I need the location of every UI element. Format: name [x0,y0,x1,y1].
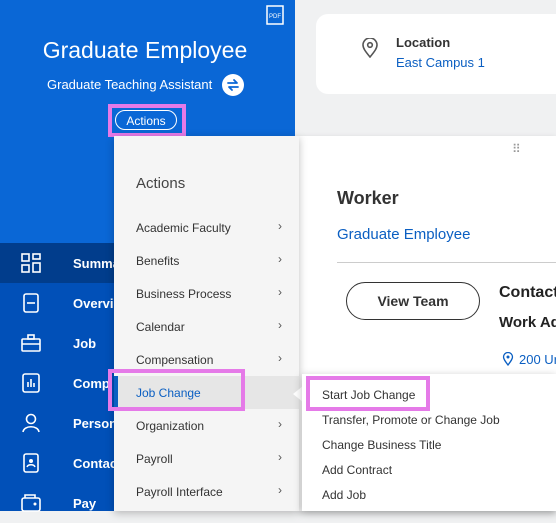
actions-button-highlight [108,104,186,137]
menu-item-label: Calendar [136,320,185,334]
menu-item-business-process[interactable]: Business Process › [114,277,299,310]
nav-item-pay[interactable]: Pay [0,483,115,523]
location-pin-icon [362,38,378,58]
chevron-right-icon: › [278,219,282,233]
swap-icon[interactable] [222,74,244,96]
menu-item-label: Academic Faculty [136,221,231,235]
svg-text:PDF: PDF [269,14,281,20]
submenu-item-add-contract[interactable]: Add Contract [322,463,392,477]
nav-label: Summa [73,255,120,271]
menu-item-label: Compensation [136,353,214,367]
contact-heading: Contact [499,284,556,301]
start-job-change-highlight [306,376,430,411]
nav-item-compensation[interactable]: Comp [0,363,115,403]
location-link[interactable]: East Campus 1 [396,55,485,70]
menu-item-academic-faculty[interactable]: Academic Faculty › [114,211,299,244]
submenu-item-add-job[interactable]: Add Job [322,488,366,502]
document-icon [20,292,42,314]
view-team-button[interactable]: View Team [346,282,480,320]
nav-item-overview[interactable]: Overvie [0,283,121,323]
menu-item-payroll-interface[interactable]: Payroll Interface › [114,475,299,508]
chevron-right-icon: › [278,252,282,266]
actions-menu-title: Actions [136,175,186,192]
profile-role: Graduate Teaching Assistant [47,77,213,92]
worker-name-link[interactable]: Graduate Employee [337,226,470,243]
chevron-right-icon: › [278,318,282,332]
menu-item-label: Business Process [136,287,232,301]
nav-label: Job [73,335,97,351]
chevron-right-icon: › [278,450,282,464]
chevron-right-icon: › [278,417,282,431]
nav-label: Contac [73,455,118,471]
menu-item-payroll[interactable]: Payroll › [114,442,299,475]
location-pin-icon [502,352,514,366]
chevron-right-icon: › [278,285,282,299]
menu-item-label: Benefits [136,254,180,268]
person-icon [20,412,42,434]
menu-item-organization[interactable]: Organization › [114,409,299,442]
menu-item-label: Payroll [136,452,173,466]
location-card [316,14,556,94]
work-address-heading: Work Ad [499,314,556,331]
bar-chart-icon [20,372,42,394]
menu-item-calendar[interactable]: Calendar › [114,310,299,343]
grid-icon [20,252,42,274]
nav-label: Comp [73,375,110,391]
chevron-right-icon: › [278,351,282,365]
contact-card-icon [20,452,42,474]
nav-label: Person [73,415,118,431]
drag-handle-icon[interactable]: ⠿ [512,142,522,156]
address-link[interactable]: 200 Ur [519,352,556,367]
menu-item-label: Payroll Interface [136,485,223,499]
submenu-item-change-business-title[interactable]: Change Business Title [322,438,441,452]
nav-label: Pay [73,495,97,511]
worker-title: Worker [337,188,399,208]
nav-item-contact[interactable]: Contac [0,443,118,483]
submenu-item-transfer-promote[interactable]: Transfer, Promote or Change Job [322,413,500,427]
chevron-right-icon: › [278,483,282,497]
menu-item-benefits[interactable]: Benefits › [114,244,299,277]
sidebar-nav: Summa Overvie Job Comp Person Contac Pay [0,243,121,512]
profile-name: Graduate Employee [42,37,248,63]
menu-item-label: Organization [136,419,205,433]
location-label: Location [396,35,451,50]
job-change-highlight [108,369,245,411]
pdf-icon[interactable]: PDF [266,5,284,25]
divider [337,262,556,263]
nav-item-summary[interactable]: Summa [0,243,120,283]
nav-item-personal[interactable]: Person [0,403,118,443]
nav-item-job[interactable]: Job [0,323,115,363]
briefcase-icon [20,332,42,354]
